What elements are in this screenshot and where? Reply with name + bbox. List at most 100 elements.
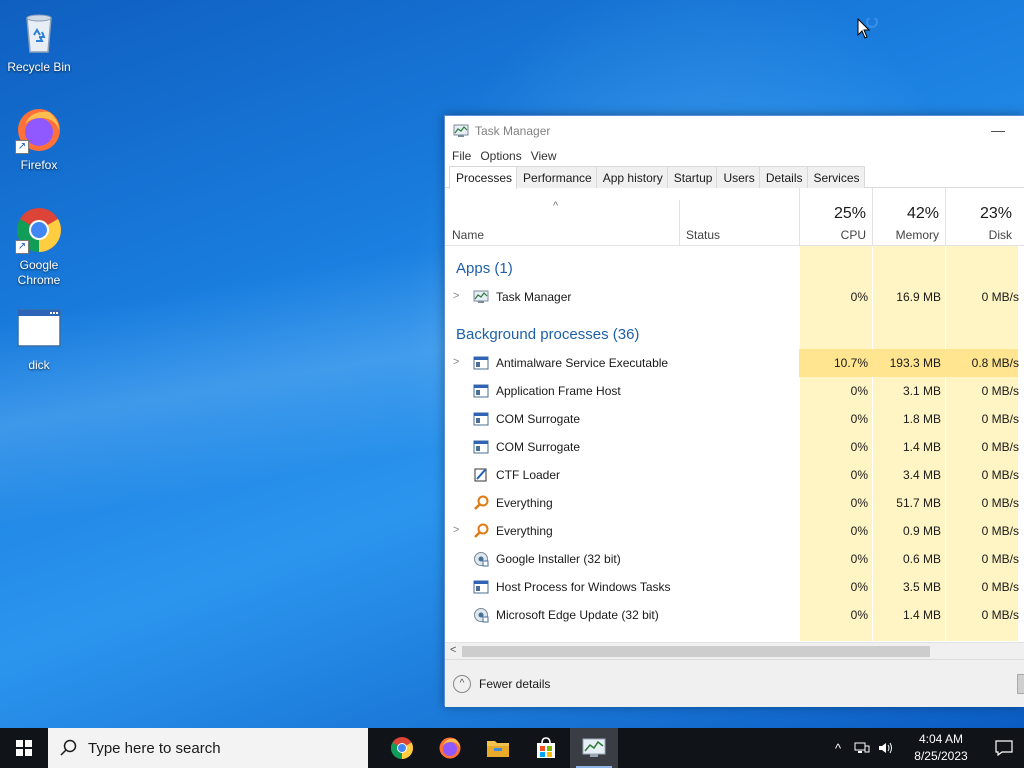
memory-total: 42% bbox=[906, 205, 939, 222]
process-disk: 0 MB/s bbox=[981, 496, 1019, 510]
process-name: Google Installer (32 bit) bbox=[496, 552, 621, 566]
tab-app-history[interactable]: App history bbox=[595, 166, 668, 188]
process-row[interactable]: Host Process for Windows Tasks 0% 3.5 MB 0 … bbox=[445, 573, 1024, 601]
taskbar-task-manager[interactable] bbox=[570, 728, 618, 768]
tab-users[interactable]: Users bbox=[716, 166, 760, 188]
column-status[interactable]: Status bbox=[686, 228, 720, 242]
tab-bar: Processes Performance App history Startu… bbox=[445, 166, 1024, 189]
taskbar: Type here to search ^ 4:04 AM 8/25/2023 bbox=[0, 728, 1024, 768]
process-row[interactable]: Google Installer (32 bit) 0% 0.6 MB 0 MB/s bbox=[445, 545, 1024, 573]
fewer-details-link[interactable]: Fewer details bbox=[479, 677, 550, 691]
mouse-cursor-busy-icon bbox=[857, 16, 881, 45]
process-name: Everything bbox=[496, 524, 553, 538]
apps-section-header: Apps (1) bbox=[456, 260, 513, 277]
process-cpu: 0% bbox=[850, 290, 868, 304]
process-row[interactable]: Application Frame Host 0% 3.1 MB 0 MB/s bbox=[445, 377, 1024, 405]
process-cpu: 0% bbox=[850, 552, 868, 566]
notification-icon bbox=[995, 740, 1013, 756]
installer-icon bbox=[473, 551, 489, 567]
scroll-left-icon[interactable]: < bbox=[450, 644, 456, 656]
process-cpu: 0% bbox=[850, 608, 868, 622]
menu-file[interactable]: File bbox=[451, 149, 479, 163]
expand-chevron-icon[interactable]: > bbox=[453, 524, 459, 536]
process-disk: 0 MB/s bbox=[981, 552, 1019, 566]
minimize-button[interactable]: — bbox=[988, 122, 1008, 140]
process-disk: 0 MB/s bbox=[981, 440, 1019, 454]
process-disk: 0 MB/s bbox=[981, 290, 1019, 304]
chrome-icon bbox=[391, 737, 413, 759]
tab-startup[interactable]: Startup bbox=[666, 166, 718, 188]
process-row[interactable]: COM Surrogate 0% 1.4 MB 0 MB/s bbox=[445, 433, 1024, 461]
desktop-icon-dick[interactable]: dick bbox=[1, 306, 77, 373]
column-name[interactable]: Name bbox=[452, 228, 484, 242]
column-divider bbox=[679, 200, 680, 246]
process-row[interactable]: COM Surrogate 0% 1.8 MB 0 MB/s bbox=[445, 405, 1024, 433]
tab-processes[interactable]: Processes bbox=[449, 166, 518, 189]
network-icon[interactable] bbox=[850, 728, 874, 768]
column-cpu[interactable]: 25% CPU bbox=[799, 188, 872, 246]
process-disk: 0 MB/s bbox=[981, 608, 1019, 622]
tab-performance[interactable]: Performance bbox=[516, 166, 597, 188]
process-name: CTF Loader bbox=[496, 468, 561, 482]
volume-icon[interactable] bbox=[874, 728, 898, 768]
process-row[interactable]: > Antimalware Service Executable 10.7% 193.… bbox=[445, 349, 1024, 377]
desktop-icon-chrome[interactable]: ↗ Google Chrome bbox=[1, 206, 77, 288]
menu-options[interactable]: Options bbox=[479, 149, 529, 163]
end-task-button[interactable] bbox=[1017, 674, 1024, 694]
installer-icon bbox=[473, 607, 489, 623]
process-memory: 1.4 MB bbox=[902, 440, 941, 454]
taskbar-store[interactable] bbox=[522, 728, 570, 768]
process-name: Application Frame Host bbox=[496, 384, 621, 398]
recycle-bin-icon bbox=[15, 8, 63, 56]
taskbar-firefox[interactable] bbox=[426, 728, 474, 768]
title-bar[interactable]: Task Manager — bbox=[445, 116, 1024, 146]
search-icon bbox=[60, 739, 77, 756]
process-row[interactable]: > Task Manager 0% 16.9 MB 0 MB/s bbox=[445, 283, 1024, 311]
tab-services[interactable]: Services bbox=[806, 166, 865, 188]
process-memory: 3.1 MB bbox=[902, 384, 941, 398]
window-title: Task Manager bbox=[475, 124, 551, 138]
expand-chevron-icon[interactable]: > bbox=[453, 290, 459, 302]
notification-center-button[interactable] bbox=[984, 728, 1024, 768]
everything-icon bbox=[473, 495, 489, 511]
process-memory: 1.8 MB bbox=[902, 412, 941, 426]
process-row[interactable]: Microsoft Edge Update (32 bit) 0% 1.4 MB 0 … bbox=[445, 601, 1024, 629]
taskbar-search-box[interactable]: Type here to search bbox=[48, 728, 368, 768]
tab-details[interactable]: Details bbox=[758, 166, 808, 188]
scroll-thumb[interactable] bbox=[462, 646, 930, 657]
process-row[interactable]: CTF Loader 0% 3.4 MB 0 MB/s bbox=[445, 461, 1024, 489]
process-name: Antimalware Service Executable bbox=[496, 356, 669, 370]
show-hidden-icons-chevron-up-icon[interactable]: ^ bbox=[826, 728, 850, 768]
process-row[interactable]: Everything 0% 51.7 MB 0 MB/s bbox=[445, 489, 1024, 517]
expand-chevron-icon[interactable]: > bbox=[453, 356, 459, 368]
chevron-up-icon[interactable]: ^ bbox=[453, 674, 471, 693]
process-row[interactable]: > Everything 0% 0.9 MB 0 MB/s bbox=[445, 517, 1024, 545]
process-cpu: 10.7% bbox=[833, 356, 868, 370]
taskbar-file-explorer[interactable] bbox=[474, 728, 522, 768]
firefox-icon bbox=[439, 737, 461, 759]
column-memory[interactable]: 42% Memory bbox=[872, 188, 945, 246]
process-memory: 3.4 MB bbox=[902, 468, 941, 482]
desktop-icon-label: Recycle Bin bbox=[7, 60, 71, 74]
horizontal-scrollbar[interactable]: < bbox=[445, 642, 1024, 659]
sort-up-icon: ^ bbox=[553, 200, 559, 212]
process-disk: 0 MB/s bbox=[981, 580, 1019, 594]
clock-date: 8/25/2023 bbox=[914, 749, 968, 763]
process-disk: 0 MB/s bbox=[981, 384, 1019, 398]
menu-view[interactable]: View bbox=[530, 149, 565, 163]
start-button[interactable] bbox=[0, 728, 48, 768]
process-disk: 0.8 MB/s bbox=[971, 356, 1019, 370]
task-manager-icon bbox=[453, 124, 469, 138]
process-cpu: 0% bbox=[850, 496, 868, 510]
desktop-icon-label: Google Chrome bbox=[17, 258, 61, 287]
clock[interactable]: 4:04 AM 8/25/2023 bbox=[898, 731, 984, 765]
desktop-icon-recycle-bin[interactable]: Recycle Bin bbox=[1, 8, 77, 75]
taskbar-chrome[interactable] bbox=[378, 728, 426, 768]
desktop-icon-firefox[interactable]: ↗ Firefox bbox=[1, 106, 77, 173]
cpu-total: 25% bbox=[833, 205, 866, 222]
column-header: ^ Name Status 25% CPU 42% Memory 23% Dis… bbox=[445, 188, 1024, 246]
memory-label: Memory bbox=[895, 228, 939, 242]
process-cpu: 0% bbox=[850, 524, 868, 538]
column-disk[interactable]: 23% Disk bbox=[945, 188, 1018, 246]
file-explorer-icon bbox=[487, 741, 509, 757]
